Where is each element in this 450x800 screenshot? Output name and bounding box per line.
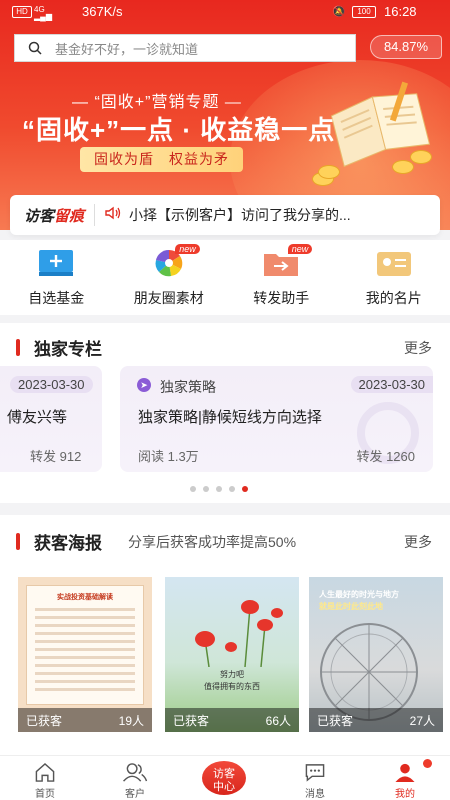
pager-dot[interactable]	[216, 486, 222, 492]
article-card[interactable]: 2023-03-30 、傅友兴等 转发 912	[0, 366, 102, 472]
quick-tools: 自选基金 new 朋友圈素材 new 转发助手 我的名片	[0, 240, 450, 315]
clock: 16:28	[384, 4, 417, 19]
tab-profile[interactable]: 我的	[360, 756, 450, 800]
more-link[interactable]: 更多	[404, 338, 432, 358]
visitor-center-label: 访客	[213, 768, 235, 780]
tool-label: 转发助手	[253, 290, 310, 306]
section-header: 获客海报 分享后获客成功率提高50% 更多	[0, 529, 450, 553]
pager-dot[interactable]	[229, 486, 235, 492]
add-fund-icon	[39, 250, 74, 276]
article-card[interactable]: ➤ 独家策略 2023-03-30 独家策略|静候短线方向选择 阅读 1.3万 …	[120, 366, 433, 472]
new-badge: new	[287, 244, 313, 254]
poster-card[interactable]: 人生最好的时光与地方 就是此时此刻此地 已获客 27人	[309, 577, 443, 732]
new-badge: new	[175, 244, 200, 254]
poster-document-image: 实战投资基础解读	[26, 585, 144, 705]
banner-slogan: 固收为盾 权益为矛	[80, 147, 243, 172]
poster-header: 实战投资基础解读	[57, 594, 113, 601]
poster-count: 27人	[409, 713, 435, 728]
poster-card[interactable]: 努力吧 值得拥有的东西 已获客 66人	[165, 577, 299, 732]
exclusive-column-section: 独家专栏 更多 2023-03-30 、傅友兴等 转发 912 ➤ 独家策略 2…	[0, 323, 450, 503]
tool-add-fund[interactable]: 自选基金	[0, 240, 113, 315]
section-subtitle: 分享后获客成功率提高50%	[128, 534, 297, 550]
poster-footer: 已获客 66人	[165, 708, 299, 732]
pager-dot[interactable]	[190, 486, 196, 492]
article-headline: 、傅友兴等	[0, 409, 68, 426]
tab-customers[interactable]: 客户	[90, 756, 180, 800]
article-headline: 独家策略|静候短线方向选择	[138, 409, 322, 426]
section-title: 获客海报	[34, 534, 102, 553]
visitor-message: 小择【示例客户】访问了我分享的...	[129, 207, 351, 223]
tab-label: 我的	[395, 789, 415, 800]
search-icon	[15, 41, 55, 55]
tool-label: 自选基金	[28, 290, 85, 306]
article-share-count: 转发 1260	[356, 449, 415, 464]
status-bar: HD 4G ▂▄▆ 367K/s 🔕 100 16:28	[0, 0, 450, 26]
poster-card[interactable]: 实战投资基础解读 已获客 19人	[18, 577, 152, 732]
poster-footer: 已获客 27人	[309, 708, 443, 732]
search-placeholder: 基金好不好，一诊就知道	[55, 41, 199, 57]
section-accent	[16, 339, 20, 356]
visitor-center-button[interactable]: 访客 中心	[199, 758, 249, 798]
pager-dot-active[interactable]	[242, 486, 248, 492]
banner-title: “固收+”一点 · 收益稳一点	[22, 115, 336, 145]
tab-label: 客户	[125, 789, 145, 800]
section-header: 独家专栏 更多	[0, 335, 450, 359]
tool-label: 我的名片	[365, 290, 422, 306]
visitor-trace-logo: 访客留痕	[24, 207, 85, 225]
coin-icon	[392, 160, 414, 174]
article-date: 2023-03-30	[350, 376, 433, 393]
signal-icon: 4G ▂▄▆	[34, 5, 52, 21]
customer-posters-section: 获客海报 分享后获客成功率提高50% 更多 实战投资基础解读 已获客 19人 努…	[0, 515, 450, 755]
speaker-icon	[105, 206, 121, 224]
poster-footer: 已获客 19人	[18, 708, 152, 732]
poster-caption: 值得拥有的东西	[204, 682, 260, 691]
tool-moments-material[interactable]: new 朋友圈素材	[113, 240, 226, 315]
poster-label: 已获客	[26, 713, 63, 728]
poster-label: 已获客	[173, 713, 210, 728]
banner-subtitle: — “固收+”营销专题 —	[72, 94, 242, 111]
visitor-trace-bar[interactable]: 访客留痕 小择【示例客户】访问了我分享的...	[10, 195, 440, 235]
more-link[interactable]: 更多	[404, 532, 432, 552]
poster-label: 已获客	[317, 713, 354, 728]
poster-count: 66人	[265, 713, 291, 728]
article-read-count: 阅读 1.3万	[138, 449, 199, 464]
poster-caption: 努力吧	[220, 670, 244, 679]
profile-icon	[395, 763, 415, 783]
visitor-center-label: 中心	[213, 781, 235, 793]
article-date: 2023-03-30	[10, 376, 93, 393]
tool-business-card[interactable]: 我的名片	[338, 240, 450, 315]
coin-icon	[410, 150, 432, 164]
message-icon	[305, 764, 325, 782]
pager-dot[interactable]	[203, 486, 209, 492]
search-input[interactable]: 基金好不好，一诊就知道	[14, 34, 356, 62]
percent-badge[interactable]: 84.87%	[370, 35, 442, 59]
notification-dot	[423, 759, 432, 768]
carousel-pager	[190, 486, 248, 492]
battery-icon: 100	[352, 6, 376, 18]
tab-label: 首页	[35, 789, 55, 800]
tool-label: 朋友圈素材	[133, 290, 204, 306]
poster-quote: 就是此时此刻此地	[319, 602, 383, 611]
tool-forward-assistant[interactable]: new 转发助手	[225, 240, 338, 315]
mute-icon: 🔕	[332, 6, 346, 18]
coin-icon	[318, 165, 340, 179]
compass-icon: ➤	[137, 378, 151, 392]
hd-icon: HD	[12, 6, 32, 18]
divider	[94, 204, 96, 226]
section-accent	[16, 533, 20, 550]
network-speed: 367K/s	[82, 4, 123, 19]
article-category: 独家策略	[160, 379, 216, 395]
article-share-count: 转发 912	[30, 449, 82, 464]
tab-messages[interactable]: 消息	[270, 756, 360, 800]
poppy-flowers-image	[195, 600, 283, 667]
poster-quote: 人生最好的时光与地方	[319, 590, 399, 599]
tab-label: 消息	[305, 789, 325, 800]
home-icon	[35, 762, 55, 782]
tab-home[interactable]: 首页	[0, 756, 90, 800]
poster-count: 19人	[118, 713, 144, 728]
customers-icon	[123, 763, 148, 782]
section-title: 独家专栏	[34, 340, 102, 359]
business-card-icon	[376, 252, 411, 276]
